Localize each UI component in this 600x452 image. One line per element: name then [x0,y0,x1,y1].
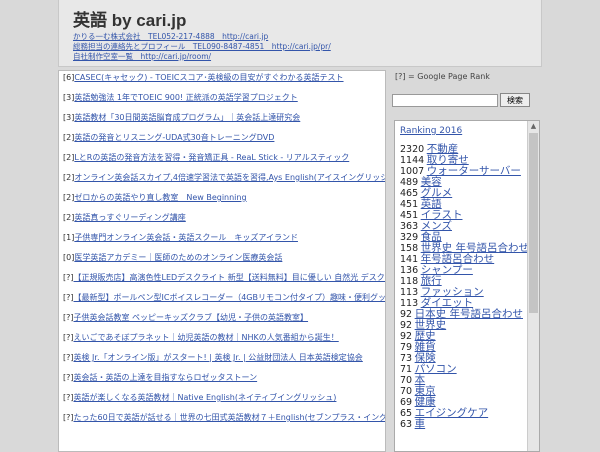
ranking-count: 92 [400,320,413,331]
page-rank-label: [3] [63,93,75,102]
ranking-count: 71 [400,364,413,375]
ranking-count: 451 [400,210,419,221]
scroll-thumb[interactable] [529,133,538,313]
list-item: [?]子供英会話教室 ペッピーキッズクラブ【幼児・子供の英語教室】 [63,313,385,333]
ranking-link[interactable]: 車 [415,418,426,430]
ranking-count: 79 [400,342,413,353]
site-link[interactable]: 【最新型】ボールペン型ICボイスレコーダー（4GBリモコン付タイプ）趣味・便利グ… [74,293,386,302]
page-rank-label: [6] [63,73,75,82]
page-rank-note: [?] = Google Page Rank [395,72,490,81]
list-item: [2]LとRの英語の発音方法を習得・発音矯正具 - ReaL Stick - リ… [63,153,385,173]
site-link[interactable]: 英語教材「30日間英語脳育成プログラム」｜英会話上達研究会 [74,113,300,122]
ranking-count: 451 [400,199,419,210]
link-list: [6]CASEC(キャセック) - TOEICスコア･英検級の目安がすぐわかる英… [59,71,385,433]
page-rank-label: [?] [63,293,74,302]
ranking-count: 489 [400,177,419,188]
ranking-link[interactable]: エイジングケア [415,407,489,419]
page-rank-label: [2] [63,173,75,182]
site-link[interactable]: LとRの英語の発音方法を習得・発音矯正具 - ReaL Stick - リアルス… [74,153,349,162]
ranking-count: 141 [400,254,419,265]
list-item: [?]えいごであそぼプラネット｜幼児英語の教材｜NHKの人気番組から誕生！ [63,333,385,353]
page-rank-label: [?] [63,353,74,362]
search-input[interactable] [392,94,498,107]
ranking-count: 136 [400,265,419,276]
page-rank-label: [?] [63,313,74,322]
ranking-title-link[interactable]: Ranking 2016 [400,126,539,136]
list-item: [?]たった60日で英語が話せる｜世界の七田式英語教材７＋English(セブン… [63,413,385,433]
ranking-count: 73 [400,353,413,364]
site-link[interactable]: 子供英会話教室 ペッピーキッズクラブ【幼児・子供の英語教室】 [74,313,309,322]
list-item: [2]英語の発音とリスニング-UDA式30音トレーニングDVD [63,133,385,153]
ranking-count: 69 [400,397,413,408]
site-link[interactable]: ゼロからの英語やり直し教室 New Beginning [74,193,246,202]
ranking-count: 92 [400,309,413,320]
page-rank-label: [?] [63,273,74,282]
ranking-count: 118 [400,276,419,287]
ranking-count: 113 [400,287,419,298]
ranking-count: 465 [400,188,419,199]
ranking-count: 2320 [400,144,425,155]
page-rank-label: [?] [63,373,74,382]
sidebar: [?] = Google Page Rank 検索 Ranking 2016 2… [392,70,542,452]
page-rank-label: [0] [63,253,75,262]
list-item: [?]英検 Jr.「オンライン版」がスタート! | 英検 Jr. | 公益財団法… [63,353,385,373]
site-link[interactable]: オンライン英会話スカイプ,4倍速学習法で英語を習得,Ays English(アイ… [74,173,385,182]
site-link[interactable]: えいごであそぼプラネット｜幼児英語の教材｜NHKの人気番組から誕生！ [74,333,339,342]
site-link[interactable]: 医学英語アカデミー｜医師のためのオンライン医療英会話 [74,253,282,262]
site-link[interactable]: 子供専門オンライン英会話・英語スクール キッズアイランド [74,233,298,242]
ranking-count: 65 [400,408,413,419]
ranking-list: 2320 不動産 1144 取り寄せ 1007 ウォーターサーバー 489 美容 465… [400,144,539,431]
ranking-count: 70 [400,375,413,386]
ranking-box: Ranking 2016 2320 不動産 1144 取り寄せ 1007 ウォーター… [394,120,540,452]
page-rank-label: [2] [63,213,75,222]
list-item: [2]英語真っすぐリーディング講座 [63,213,385,233]
ranking-count: 329 [400,232,419,243]
list-item: [1]子供専門オンライン英会話・英語スクール キッズアイランド [63,233,385,253]
rooms-link[interactable]: 自社制作空室一覧 http://cari.jp/room/ [73,51,211,62]
ranking-item: 63 車 [400,418,539,431]
ranking-count: 158 [400,243,419,254]
site-link[interactable]: たった60日で英語が話せる｜世界の七田式英語教材７＋English(セブンプラス… [74,413,386,422]
ranking-count: 92 [400,331,413,342]
site-link[interactable]: 英会話・英語の上達を目指すならロゼッタストーン [74,373,258,382]
search-button[interactable]: 検索 [500,93,530,107]
site-link[interactable]: 英語の発音とリスニング-UDA式30音トレーニングDVD [74,133,274,142]
site-link[interactable]: 英語真っすぐリーディング講座 [74,213,185,222]
list-item: [?]英会話・英語の上達を目指すならロゼッタストーン [63,373,385,393]
page-rank-label: [?] [63,333,74,342]
site-link[interactable]: CASEC(キャセック) - TOEICスコア･英検級の目安がすぐわかる英語テス… [74,73,343,82]
page-rank-label: [2] [63,133,75,142]
list-item: [3]英語教材「30日間英語脳育成プログラム」｜英会話上達研究会 [63,113,385,133]
main-content: [6]CASEC(キャセック) - TOEICスコア･英検級の目安がすぐわかる英… [58,70,386,452]
page-rank-label: [2] [63,153,75,162]
page-rank-label: [3] [63,113,75,122]
list-item: [2]ゼロからの英語やり直し教室 New Beginning [63,193,385,213]
list-item: [?]英語が楽しくなる英語教材｜Native English(ネイティブイングリ… [63,393,385,413]
list-item: [2]オンライン英会話スカイプ,4倍速学習法で英語を習得,Ays English… [63,173,385,193]
list-item: [?]【正規販売店】高演色性LEDデスクライト 新型【送料無料】目に優しい 自然… [63,273,385,293]
ranking-count: 363 [400,221,419,232]
site-link[interactable]: 英語勉強法 1年でTOEIC 900! 正統派の英語学習プロジェクト [74,93,297,102]
site-link[interactable]: 英検 Jr.「オンライン版」がスタート! | 英検 Jr. | 公益財団法人 日… [74,353,363,362]
page-rank-label: [?] [63,413,74,422]
page-rank-label: [1] [63,233,75,242]
list-item: [6]CASEC(キャセック) - TOEICスコア･英検級の目安がすぐわかる英… [63,73,385,93]
site-header: 英語 by cari.jp かりる一む株式会社 TEL052-217-4888 … [58,0,542,67]
site-link[interactable]: 英語が楽しくなる英語教材｜Native English(ネイティブイングリッシュ… [74,393,337,402]
list-item: [0]医学英語アカデミー｜医師のためのオンライン医療英会話 [63,253,385,273]
site-link[interactable]: 【正規販売店】高演色性LEDデスクライト 新型【送料無料】目に優しい 自然光 デ… [74,273,386,282]
ranking-count: 63 [400,419,413,430]
page: 英語 by cari.jp かりる一む株式会社 TEL052-217-4888 … [0,0,600,452]
ranking-item: 2320 不動産 [400,144,539,156]
site-title: 英語 by cari.jp [73,11,187,30]
ranking-scrollbar[interactable]: ▲ [527,121,539,451]
page-rank-label: [?] [63,393,74,402]
ranking-count: 70 [400,386,413,397]
ranking-count: 1144 [400,155,425,166]
scroll-up-arrow-icon[interactable]: ▲ [528,121,539,132]
page-rank-label: [2] [63,193,75,202]
list-item: [3]英語勉強法 1年でTOEIC 900! 正統派の英語学習プロジェクト [63,93,385,113]
list-item: [?]【最新型】ボールペン型ICボイスレコーダー（4GBリモコン付タイプ）趣味・… [63,293,385,313]
